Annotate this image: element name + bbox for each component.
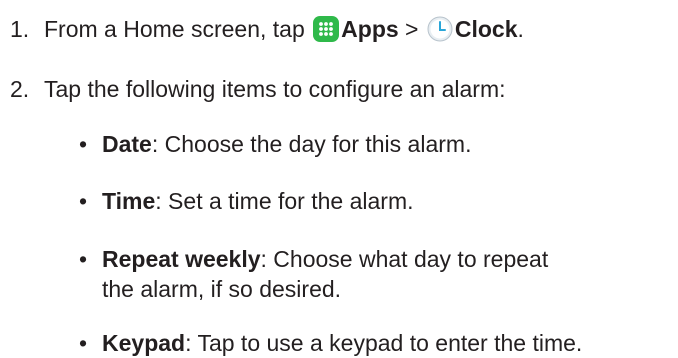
apps-grid-icon: [313, 16, 340, 42]
item-desc: : Tap to use a keypad to enter the time.: [185, 330, 583, 356]
step-1: 1. From a Home screen, tap Apps > Clock.: [10, 14, 524, 44]
list-item-repeat-weekly: • Repeat weekly: Choose what day to repe…: [79, 244, 548, 304]
bullet-icon: •: [79, 131, 88, 157]
step-number: 1.: [10, 16, 30, 42]
list-item-keypad: • Keypad: Tap to use a keypad to enter t…: [79, 328, 582, 358]
step-2: 2. Tap the following items to configure a…: [10, 74, 506, 104]
item-desc: : Choose the day for this alarm.: [151, 131, 472, 157]
apps-label: Apps: [341, 16, 399, 42]
step-2-text: Tap the following items to configure an …: [44, 76, 506, 102]
item-term: Date: [102, 131, 152, 157]
clock-icon: [427, 16, 453, 42]
step-1-prefix: From a Home screen, tap: [44, 16, 305, 42]
item-term: Keypad: [102, 330, 186, 356]
step-number: 2.: [10, 76, 30, 102]
menu-separator: >: [405, 16, 419, 42]
step-1-suffix: .: [517, 16, 524, 42]
item-term: Time: [102, 188, 156, 214]
bullet-icon: •: [79, 330, 88, 356]
clock-label: Clock: [454, 16, 518, 42]
item-term: Repeat weekly: [102, 246, 261, 272]
item-desc: : Choose what day to repeat: [260, 246, 549, 272]
bullet-icon: •: [79, 246, 88, 272]
item-desc: : Set a time for the alarm.: [155, 188, 414, 214]
bullet-icon: •: [79, 188, 88, 214]
list-item-time: • Time: Set a time for the alarm.: [79, 186, 414, 216]
list-item-date: • Date: Choose the day for this alarm.: [79, 129, 471, 159]
item-desc-line2: the alarm, if so desired.: [102, 276, 342, 302]
